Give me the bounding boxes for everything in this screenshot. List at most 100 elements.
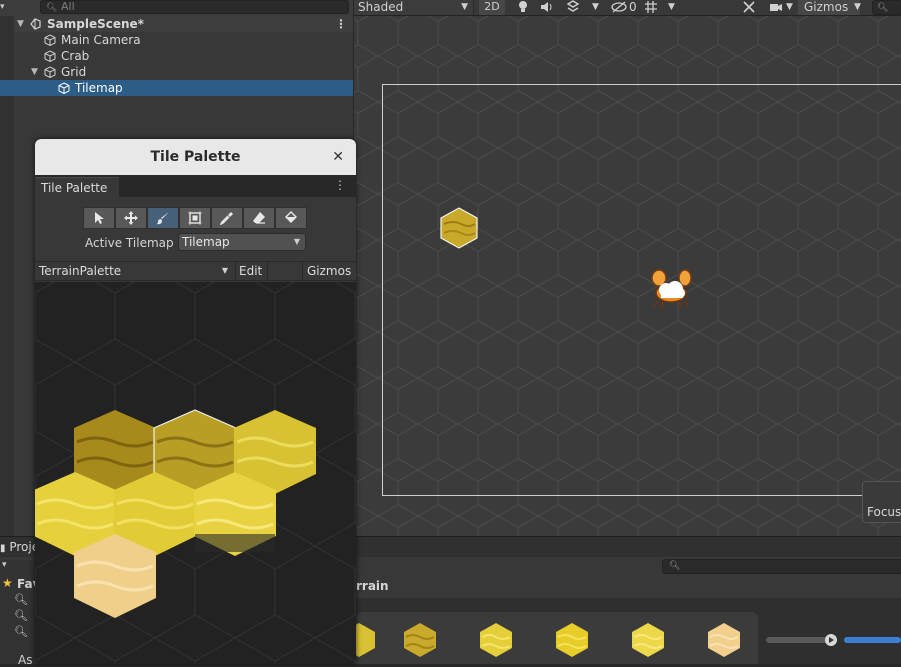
- tile-palette-titlebar[interactable]: Tile Palette ✕: [35, 139, 356, 175]
- hierarchy-item-label: Tilemap: [75, 81, 123, 95]
- project-folder-tree: ▾ ★ Fav 🔍︎ 🔍︎ 🔍︎ As: [0, 560, 40, 667]
- tab-tile-palette[interactable]: Tile Palette: [35, 177, 119, 197]
- search-icon: 🔍︎: [877, 3, 889, 13]
- toggle-2d-button[interactable]: 2D: [479, 0, 505, 15]
- search-placeholder: All: [61, 0, 75, 13]
- scene-root-row[interactable]: ▼ SampleScene* ⋮: [14, 16, 353, 32]
- search-icon[interactable]: 🔍︎: [14, 625, 28, 638]
- tile-asset-thumbnail[interactable]: [555, 622, 589, 658]
- kebab-menu-icon[interactable]: ⋮: [335, 16, 347, 32]
- assets-folder-label[interactable]: As: [18, 653, 32, 667]
- palette-gizmos-button[interactable]: Gizmos: [307, 262, 351, 280]
- camera-bounds-frame: [382, 84, 901, 496]
- lighting-icon[interactable]: [517, 0, 531, 15]
- eraser-icon: [253, 212, 265, 224]
- audio-icon[interactable]: [540, 0, 556, 15]
- tile-palette-window[interactable]: Tile Palette ✕ Tile Palette ⋮ Active Til…: [35, 139, 356, 664]
- effects-dropdown-icon[interactable]: ▼: [592, 0, 602, 15]
- move-icon: [124, 211, 138, 225]
- search-icon[interactable]: 🔍︎: [14, 609, 28, 622]
- eyedropper-icon: [220, 212, 233, 225]
- box-fill-icon: [188, 211, 202, 225]
- grid-dropdown-icon[interactable]: ▼: [668, 0, 678, 15]
- scene-name: SampleScene*: [47, 17, 144, 31]
- focus-button-label: Focus: [867, 505, 901, 519]
- active-tilemap-value: Tilemap: [182, 235, 230, 249]
- edit-palette-button[interactable]: Edit: [235, 262, 265, 280]
- search-icon: 🔍︎: [46, 3, 58, 13]
- effects-icon[interactable]: [566, 0, 582, 15]
- gizmos-button[interactable]: Gizmos: [798, 0, 860, 15]
- palette-canvas[interactable]: [35, 282, 356, 664]
- project-tab[interactable]: ▮ Proje: [0, 540, 39, 554]
- select-tool-button[interactable]: [83, 207, 115, 229]
- hierarchy-item-grid[interactable]: ▼ Grid: [14, 64, 353, 80]
- star-icon: ★: [2, 576, 13, 590]
- hierarchy-item-crab[interactable]: Crab: [14, 48, 353, 64]
- active-tilemap-dropdown[interactable]: Tilemap ▼: [178, 233, 306, 251]
- camera-icon[interactable]: [769, 0, 785, 15]
- gizmos-label: Gizmos: [804, 0, 849, 14]
- tile-asset-thumbnail[interactable]: [479, 622, 513, 658]
- cursor-icon: [95, 212, 104, 224]
- tile-tools-toolbar: [83, 207, 307, 229]
- palette-selector-bar: TerrainPalette ▼ Edit Gizmos: [35, 261, 356, 281]
- hierarchy-item-main-camera[interactable]: Main Camera: [14, 32, 353, 48]
- expand-arrow-icon[interactable]: ▼: [31, 64, 38, 80]
- scene-search-input[interactable]: 🔍︎: [872, 0, 901, 15]
- shading-mode-value: Shaded: [358, 0, 404, 14]
- hierarchy-item-label: Main Camera: [61, 33, 141, 47]
- hierarchy-item-tilemap[interactable]: Tilemap: [0, 80, 353, 96]
- hidden-objects-count: 0: [629, 0, 637, 14]
- active-tilemap-label: Active Tilemap: [85, 236, 174, 250]
- gameobject-cube-icon: [44, 34, 56, 46]
- tile-asset-thumbnail[interactable]: [707, 622, 741, 658]
- create-dropdown-icon[interactable]: ▾: [2, 560, 7, 570]
- tile-asset-thumbnail[interactable]: [403, 622, 437, 658]
- window-title: Tile Palette: [150, 149, 241, 165]
- toggle-2d-label: 2D: [484, 0, 500, 13]
- unity-scene-icon: [30, 18, 41, 30]
- expand-arrow-icon[interactable]: ▼: [17, 16, 24, 32]
- scene-toolbar: Shaded ▼ 2D ▼ 0 ▼ ▼ Gizmos ▼ 🔍︎: [354, 0, 901, 16]
- close-icon[interactable]: ✕: [332, 139, 344, 175]
- palette-toggle-button[interactable]: [267, 262, 303, 280]
- palette-dropdown[interactable]: TerrainPalette ▼: [39, 262, 234, 280]
- placed-hex-tile[interactable]: [438, 207, 480, 249]
- gizmos-dropdown-icon[interactable]: ▼: [854, 0, 866, 15]
- tools-icon[interactable]: [742, 0, 758, 15]
- chevron-down-icon: ▼: [461, 2, 468, 12]
- move-tool-button[interactable]: [115, 207, 147, 229]
- focus-button[interactable]: Focus: [862, 481, 901, 523]
- crab-sprite[interactable]: [649, 268, 693, 312]
- create-dropdown-icon[interactable]: ▾: [0, 0, 14, 14]
- hierarchy-toolbar: ▾ 🔍︎ All: [0, 0, 353, 16]
- hidden-objects-icon[interactable]: [610, 0, 630, 15]
- picker-tool-button[interactable]: [211, 207, 243, 229]
- chevron-down-icon: ▼: [293, 237, 300, 246]
- grid-snap-icon[interactable]: [644, 0, 660, 15]
- brush-icon: [156, 212, 169, 225]
- chevron-down-icon: ▼: [221, 266, 228, 275]
- paint-bucket-icon: [285, 211, 297, 223]
- kebab-menu-icon[interactable]: ⋮: [334, 178, 346, 192]
- gameobject-cube-icon: [44, 50, 56, 62]
- tile-asset-thumbnail[interactable]: [631, 622, 665, 658]
- hierarchy-item-label: Crab: [61, 49, 90, 63]
- gameobject-cube-icon: [58, 82, 70, 94]
- erase-tool-button[interactable]: [243, 207, 275, 229]
- shading-mode-dropdown[interactable]: Shaded ▼: [354, 0, 474, 15]
- search-icon[interactable]: 🔍︎: [14, 593, 28, 606]
- gameobject-cube-icon: [44, 66, 56, 78]
- palette-dropdown-value: TerrainPalette: [39, 264, 122, 278]
- animation-preview-slider[interactable]: [764, 633, 901, 647]
- search-icon: 🔍︎: [669, 561, 681, 571]
- hierarchy-search-input[interactable]: 🔍︎ All: [40, 0, 349, 14]
- project-search-input[interactable]: 🔍︎: [662, 559, 901, 574]
- hierarchy-item-label: Grid: [61, 65, 87, 79]
- box-fill-tool-button[interactable]: [179, 207, 211, 229]
- camera-dropdown-icon[interactable]: ▼: [786, 0, 796, 15]
- breadcrumb[interactable]: rrain: [356, 579, 389, 593]
- flood-fill-tool-button[interactable]: [275, 207, 307, 229]
- paint-tool-button[interactable]: [147, 207, 179, 229]
